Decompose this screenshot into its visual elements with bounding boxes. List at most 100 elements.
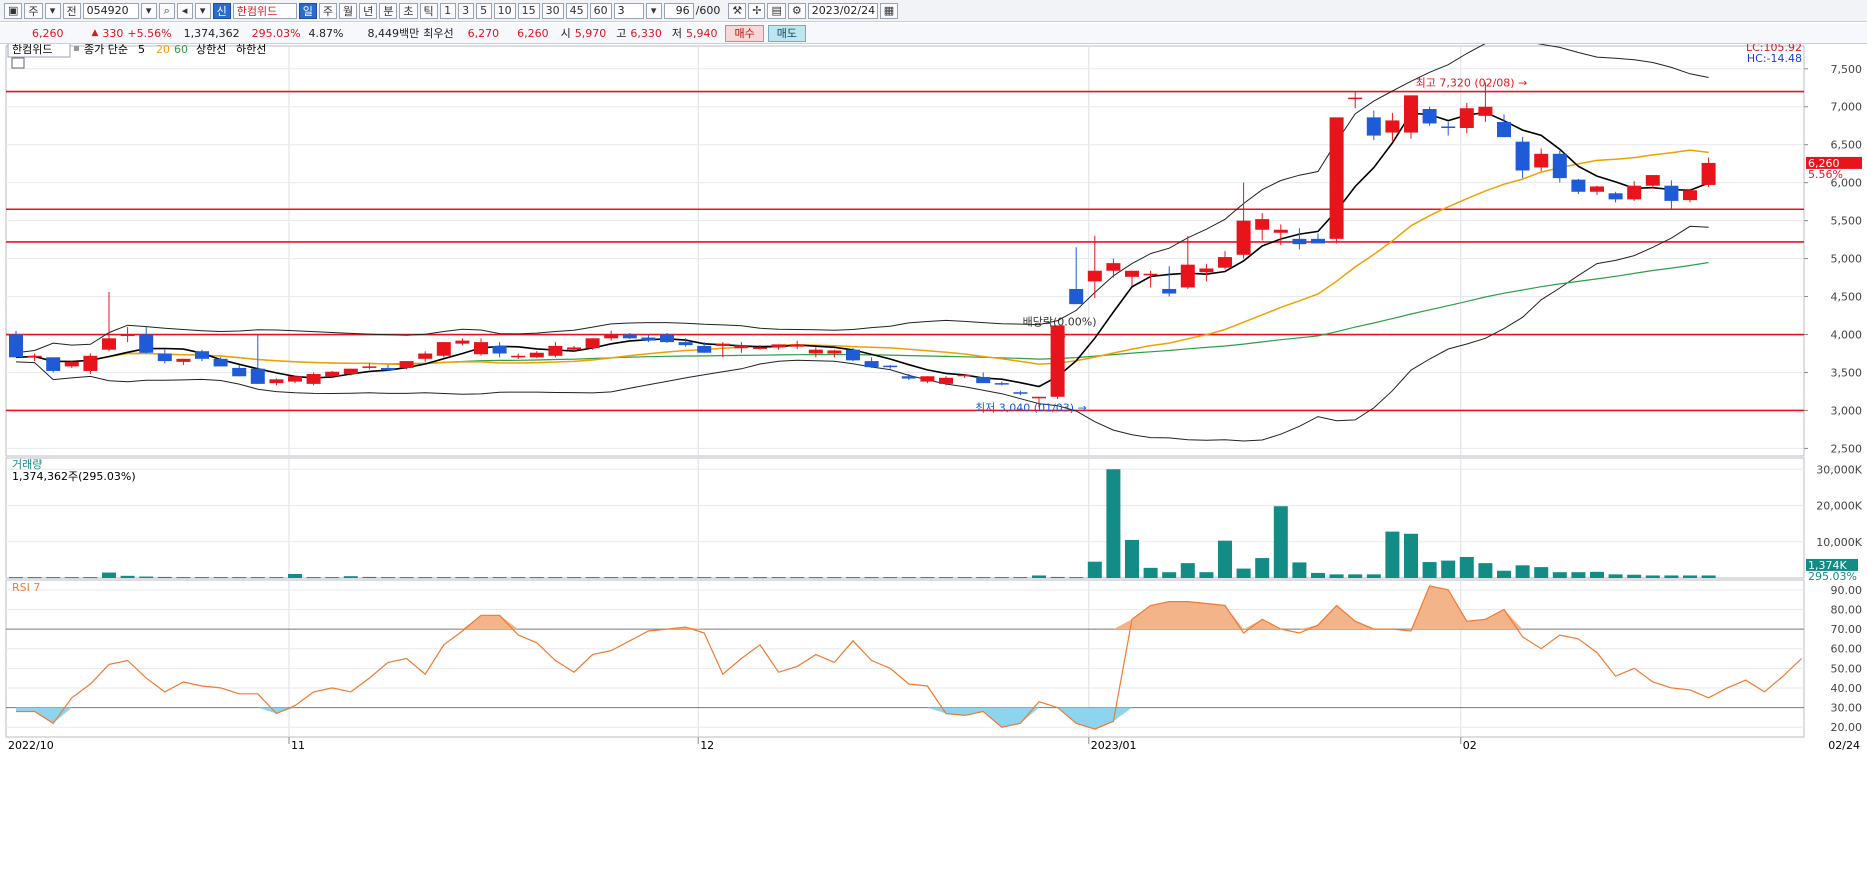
- tool-icon[interactable]: ⚒: [728, 2, 747, 19]
- candle-body: [660, 334, 674, 343]
- sell-button[interactable]: 매도: [767, 24, 806, 42]
- chart-area[interactable]: 최고 7,320 (02/08) → 최저 3,040 (01/03) → 배당락(…: [0, 44, 1867, 889]
- buy-button[interactable]: 매수: [725, 24, 764, 42]
- date-input[interactable]: 2023/02/24: [807, 2, 878, 19]
- candle: [1404, 95, 1418, 139]
- candle-body: [436, 342, 451, 356]
- candle-body: [1255, 219, 1270, 230]
- candle-body: [1329, 117, 1344, 239]
- minute-60[interactable]: 60: [589, 2, 612, 19]
- candle-body: [567, 347, 581, 350]
- candle-body: [1180, 264, 1195, 288]
- rsi-tick-label: 20.00: [1831, 721, 1863, 734]
- volume-bar: [1180, 563, 1195, 578]
- volume-bar: [288, 574, 302, 578]
- crosshair-icon[interactable]: ✢: [748, 2, 766, 19]
- stock-name[interactable]: 한컴위드: [232, 2, 297, 19]
- volume-bar: [1032, 575, 1046, 578]
- candle-body: [1404, 95, 1418, 133]
- volume-bar: [753, 577, 767, 579]
- legend-ma60: 60: [174, 44, 188, 56]
- candle: [1329, 117, 1344, 244]
- minute-45[interactable]: 45: [565, 2, 588, 19]
- candle-body: [474, 342, 488, 355]
- candle-body: [883, 365, 898, 368]
- candle-body: [157, 353, 172, 362]
- candle-body: [585, 338, 600, 349]
- minute-3[interactable]: 3: [457, 2, 474, 19]
- calendar-icon[interactable]: ▦: [879, 2, 899, 19]
- timeframe-minute[interactable]: 분: [379, 2, 398, 19]
- volume-bar: [734, 577, 749, 579]
- candle-body: [306, 374, 321, 384]
- minute-1[interactable]: 1: [439, 2, 456, 19]
- minute-10[interactable]: 10: [493, 2, 516, 19]
- timeframe-day[interactable]: 일: [298, 2, 317, 19]
- chevron-down-icon[interactable]: ▾: [645, 2, 662, 19]
- volume-bar: [715, 577, 730, 579]
- volume-bar: [1106, 469, 1121, 578]
- legend-ma5: 5: [138, 44, 145, 56]
- candle-body: [1441, 126, 1456, 128]
- volume-ratio: 295.03%: [251, 26, 301, 40]
- timeframe-second[interactable]: 초: [399, 2, 418, 19]
- timeframe-year[interactable]: 년: [359, 2, 378, 19]
- volume-bar: [455, 577, 470, 579]
- rsi-tick-label: 60.00: [1831, 643, 1863, 656]
- candle-body: [901, 376, 916, 379]
- price-change-pct: +5.56%: [127, 26, 172, 40]
- window-icon[interactable]: ▣: [4, 2, 23, 19]
- speaker-icon[interactable]: ◂: [176, 2, 193, 19]
- candle-body: [529, 352, 544, 358]
- chevron-down-icon[interactable]: ▾: [140, 2, 157, 19]
- volume-bar: [492, 577, 507, 579]
- timeframe-tick[interactable]: 틱: [419, 2, 438, 19]
- candle-body: [1701, 162, 1716, 185]
- volume-bar: [436, 577, 451, 579]
- volume-bar: [343, 576, 358, 578]
- count-input[interactable]: 96: [663, 2, 694, 19]
- code-input[interactable]: 054920: [82, 2, 139, 19]
- candle-body: [511, 355, 526, 358]
- candle-body: [1552, 153, 1567, 179]
- candle-body: [1218, 257, 1232, 268]
- volume-bar: [827, 577, 842, 579]
- volume-bar: [1497, 570, 1511, 578]
- legend-lower: 하한선: [236, 44, 266, 56]
- minute-30[interactable]: 30: [541, 2, 564, 19]
- candle-body: [1534, 153, 1549, 168]
- volume-bar: [846, 577, 860, 579]
- gear-icon[interactable]: ⚙: [787, 2, 806, 19]
- volume-bar: [864, 577, 879, 579]
- chevron-down-icon[interactable]: ▾: [44, 2, 61, 19]
- best-bid: 6,260: [517, 26, 549, 40]
- interval-input[interactable]: 3: [613, 2, 644, 19]
- search-icon[interactable]: ⌕: [158, 2, 175, 19]
- minute-15[interactable]: 15: [517, 2, 540, 19]
- trade-amount: 8,449백만: [367, 27, 420, 40]
- period-select[interactable]: 주: [24, 2, 43, 19]
- price-tick-label: 3,500: [1831, 366, 1863, 379]
- legend-upper: 상한선: [196, 44, 226, 56]
- volume-bar: [920, 577, 935, 579]
- change-arrow: ▲: [91, 28, 99, 38]
- save-icon[interactable]: ▤: [767, 2, 786, 19]
- candle-body: [827, 350, 842, 354]
- candle-body: [939, 377, 953, 384]
- timeframe-week[interactable]: 주: [318, 2, 338, 19]
- minute-5[interactable]: 5: [475, 2, 492, 19]
- timeframe-month[interactable]: 월: [339, 2, 358, 19]
- volume-current-pct: 295.03%: [1808, 570, 1857, 583]
- volume-bar: [529, 577, 544, 579]
- volume-info: 1,374,362주(295.03%): [12, 470, 136, 483]
- volume-bar: [641, 577, 656, 579]
- volume-bar: [1255, 558, 1270, 578]
- low-price: 5,940: [685, 26, 718, 40]
- volume-panel-frame: [5, 457, 1805, 579]
- x-tick-label: 02/24: [1828, 739, 1860, 752]
- table-icon[interactable]: [11, 57, 25, 69]
- jeon-button[interactable]: 전: [62, 2, 81, 19]
- chevron-down-icon[interactable]: ▾: [194, 2, 211, 19]
- candle: [46, 357, 61, 373]
- price-tick-label: 7,000: [1831, 101, 1863, 114]
